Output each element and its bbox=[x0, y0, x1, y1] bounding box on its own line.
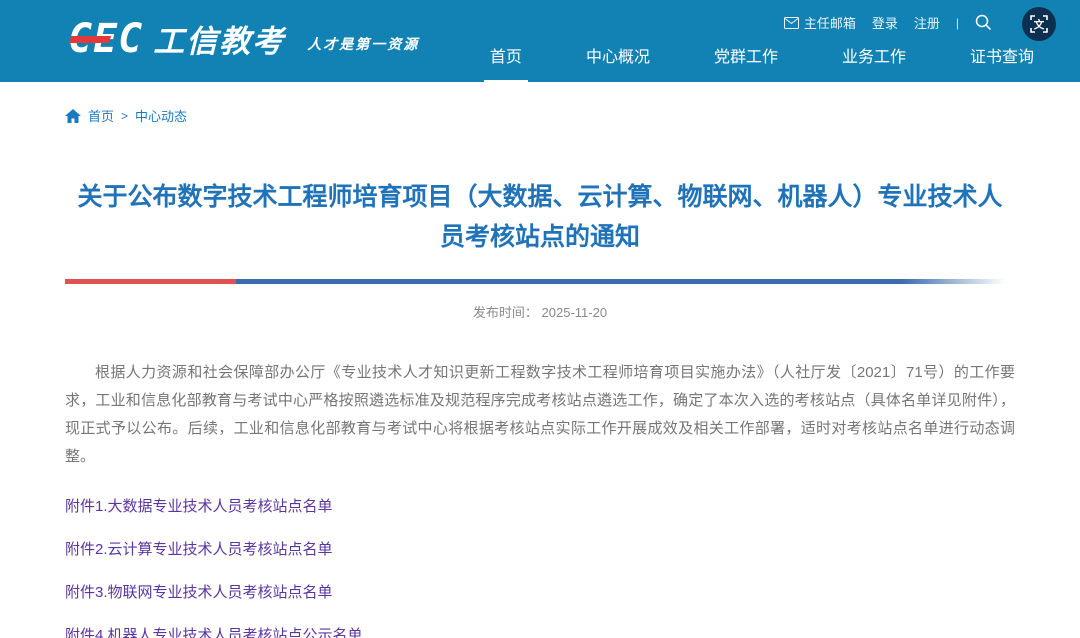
breadcrumb-home-link[interactable]: 首页 bbox=[88, 106, 114, 125]
logo-brand-text: 工信教考 bbox=[153, 16, 285, 61]
utility-separator: | bbox=[956, 16, 959, 30]
logo-cec-letters: CEC bbox=[68, 19, 143, 59]
publish-label: 发布时间： bbox=[473, 305, 538, 320]
attachment-link-2[interactable]: 附件2.云计算专业技术人员考核站点名单 bbox=[65, 538, 1015, 559]
mailbox-link[interactable]: 主任邮箱 bbox=[784, 13, 856, 32]
register-label: 注册 bbox=[914, 13, 940, 32]
nav-item-party-work[interactable]: 党群工作 bbox=[708, 43, 784, 82]
nav-item-center-overview[interactable]: 中心概况 bbox=[580, 43, 656, 82]
translate-button[interactable]: 文 bbox=[1022, 7, 1056, 41]
login-label: 登录 bbox=[872, 13, 898, 32]
search-button[interactable] bbox=[975, 14, 992, 31]
svg-text:文: 文 bbox=[1033, 18, 1045, 31]
search-icon bbox=[975, 14, 992, 31]
main-nav: 首页 中心概况 党群工作 业务工作 证书查询 bbox=[484, 43, 1040, 82]
site-logo[interactable]: CEC 工信教考 人才是第一资源 bbox=[68, 16, 419, 61]
nav-item-business-work[interactable]: 业务工作 bbox=[836, 43, 912, 82]
nav-item-certificate-query[interactable]: 证书查询 bbox=[964, 43, 1040, 82]
breadcrumb-current-link[interactable]: 中心动态 bbox=[135, 106, 187, 125]
login-link[interactable]: 登录 bbox=[872, 13, 898, 32]
publish-row: 发布时间： 2025-11-20 bbox=[65, 302, 1015, 321]
translate-icon: 文 bbox=[1029, 14, 1049, 34]
register-link[interactable]: 注册 bbox=[914, 13, 940, 32]
attachment-link-3[interactable]: 附件3.物联网专业技术人员考核站点名单 bbox=[65, 581, 1015, 602]
article-body: 根据人力资源和社会保障部办公厅《专业技术人才知识更新工程数字技术工程师培育项目实… bbox=[65, 359, 1015, 471]
main-content: 首页 > 中心动态 关于公布数字技术工程师培育项目（大数据、云计算、物联网、机器… bbox=[65, 82, 1015, 638]
utility-row: 主任邮箱 登录 注册 | bbox=[784, 13, 992, 32]
publish-date: 2025-11-20 bbox=[542, 305, 608, 320]
attachments-list: 附件1.大数据专业技术人员考核站点名单 附件2.云计算专业技术人员考核站点名单 … bbox=[65, 495, 1015, 638]
home-icon bbox=[65, 109, 81, 123]
nav-item-home[interactable]: 首页 bbox=[484, 43, 528, 82]
title-divider bbox=[65, 279, 1015, 284]
breadcrumb-separator: > bbox=[121, 109, 128, 123]
mailbox-label: 主任邮箱 bbox=[804, 13, 856, 32]
logo-red-stripe bbox=[69, 36, 111, 43]
site-header: CEC 工信教考 人才是第一资源 主任邮箱 登录 注册 | bbox=[0, 0, 1080, 82]
envelope-icon bbox=[784, 17, 799, 29]
article-title: 关于公布数字技术工程师培育项目（大数据、云计算、物联网、机器人）专业技术人员考核… bbox=[65, 177, 1015, 257]
logo-tagline: 人才是第一资源 bbox=[307, 34, 419, 54]
attachment-link-1[interactable]: 附件1.大数据专业技术人员考核站点名单 bbox=[65, 495, 1015, 516]
attachment-link-4[interactable]: 附件4.机器人专业技术人员考核站点公示名单 bbox=[65, 624, 1015, 638]
breadcrumb: 首页 > 中心动态 bbox=[65, 106, 1015, 125]
